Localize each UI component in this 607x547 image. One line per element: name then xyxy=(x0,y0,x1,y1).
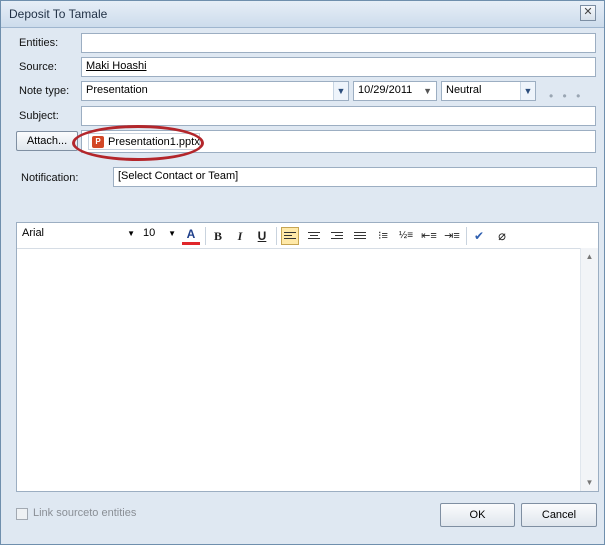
numbered-list-button[interactable]: ½≡ xyxy=(397,227,415,245)
subject-label: Subject: xyxy=(19,110,59,122)
align-right-icon xyxy=(331,231,343,242)
link-source-label: Link sourceto entities xyxy=(33,507,137,519)
font-size-select[interactable]: 10 ▼ xyxy=(140,227,178,243)
scroll-down-icon[interactable]: ▼ xyxy=(581,474,598,491)
editor-scrollbar[interactable]: ▲ ▼ xyxy=(580,248,598,491)
note-type-value: Presentation xyxy=(86,84,148,96)
title-bar: Deposit To Tamale ✕ xyxy=(1,1,604,28)
toolbar-separator xyxy=(276,227,277,245)
sentiment-value: Neutral xyxy=(446,84,482,96)
font-size-value: 10 xyxy=(143,227,156,239)
chevron-down-icon[interactable]: ▼ xyxy=(333,82,348,100)
toolbar-separator xyxy=(466,227,467,245)
highlight-oval xyxy=(72,125,204,161)
chevron-down-icon[interactable]: ▼ xyxy=(423,86,432,96)
close-button[interactable]: ✕ xyxy=(580,5,596,21)
align-center-icon xyxy=(308,231,320,242)
source-label: Source: xyxy=(19,61,57,73)
sentiment-select[interactable]: Neutral ▼ xyxy=(441,81,536,101)
note-type-select[interactable]: Presentation ▼ xyxy=(81,81,349,101)
window-title: Deposit To Tamale xyxy=(9,7,108,21)
format-toolbar: Arial ▼ 10 ▼ A B I U ⁝≡ ½≡ ⇤≡ ⇥≡ ✔ ⌀ xyxy=(17,223,598,249)
italic-button[interactable]: I xyxy=(231,227,249,245)
deposit-dialog: Deposit To Tamale ✕ Entities: Source: Ma… xyxy=(0,0,605,545)
notification-label: Notification: xyxy=(21,172,79,184)
note-editor: Arial ▼ 10 ▼ A B I U ⁝≡ ½≡ ⇤≡ ⇥≡ ✔ ⌀ ▲ ▼ xyxy=(16,222,599,492)
note-type-label: Note type: xyxy=(19,85,70,97)
font-name-value: Arial xyxy=(22,227,45,239)
numbered-list-icon: ½≡ xyxy=(398,230,414,241)
bullet-list-icon: ⁝≡ xyxy=(378,230,388,242)
chevron-down-icon[interactable]: ▼ xyxy=(520,82,535,100)
entities-input[interactable] xyxy=(81,33,596,53)
source-value: Maki Hoashi xyxy=(86,60,147,72)
attach-button[interactable]: Attach... xyxy=(16,131,78,151)
spellcheck-button[interactable]: ✔ xyxy=(470,227,488,245)
bold-button[interactable]: B xyxy=(209,227,227,245)
scroll-up-icon[interactable]: ▲ xyxy=(581,248,598,265)
entities-label: Entities: xyxy=(19,37,59,49)
paperclip-icon: ⌀ xyxy=(498,228,506,243)
justify-button[interactable] xyxy=(351,227,369,245)
source-input[interactable]: Maki Hoashi xyxy=(81,57,596,77)
bullet-list-button[interactable]: ⁝≡ xyxy=(374,227,392,245)
increase-indent-button[interactable]: ⇥≡ xyxy=(443,227,461,245)
decrease-indent-button[interactable]: ⇤≡ xyxy=(420,227,438,245)
toolbar-separator xyxy=(205,227,206,245)
align-left-icon xyxy=(284,231,296,242)
font-name-select[interactable]: Arial ▼ xyxy=(19,227,137,243)
justify-icon xyxy=(354,231,366,242)
attach-file-button[interactable]: ⌀ xyxy=(493,227,511,245)
spellcheck-icon: ✔ xyxy=(473,229,485,243)
decrease-indent-icon: ⇤≡ xyxy=(421,230,437,242)
chevron-down-icon[interactable]: ▼ xyxy=(127,229,135,238)
more-options-icon[interactable]: • • • xyxy=(549,89,583,103)
subject-input[interactable] xyxy=(81,106,596,126)
cancel-button[interactable]: Cancel xyxy=(521,503,597,527)
notification-input[interactable]: [Select Contact or Team] xyxy=(113,167,597,187)
align-right-button[interactable] xyxy=(328,227,346,245)
date-value: 10/29/2011 xyxy=(358,84,413,96)
chevron-down-icon[interactable]: ▼ xyxy=(168,229,176,238)
align-left-button[interactable] xyxy=(281,227,299,245)
date-picker[interactable]: 10/29/2011 ▼ xyxy=(353,81,437,101)
link-source-checkbox[interactable] xyxy=(16,508,28,520)
increase-indent-icon: ⇥≡ xyxy=(444,230,460,242)
align-center-button[interactable] xyxy=(305,227,323,245)
underline-button[interactable]: U xyxy=(253,227,271,245)
ok-button[interactable]: OK xyxy=(440,503,515,527)
font-color-button[interactable]: A xyxy=(182,227,200,245)
